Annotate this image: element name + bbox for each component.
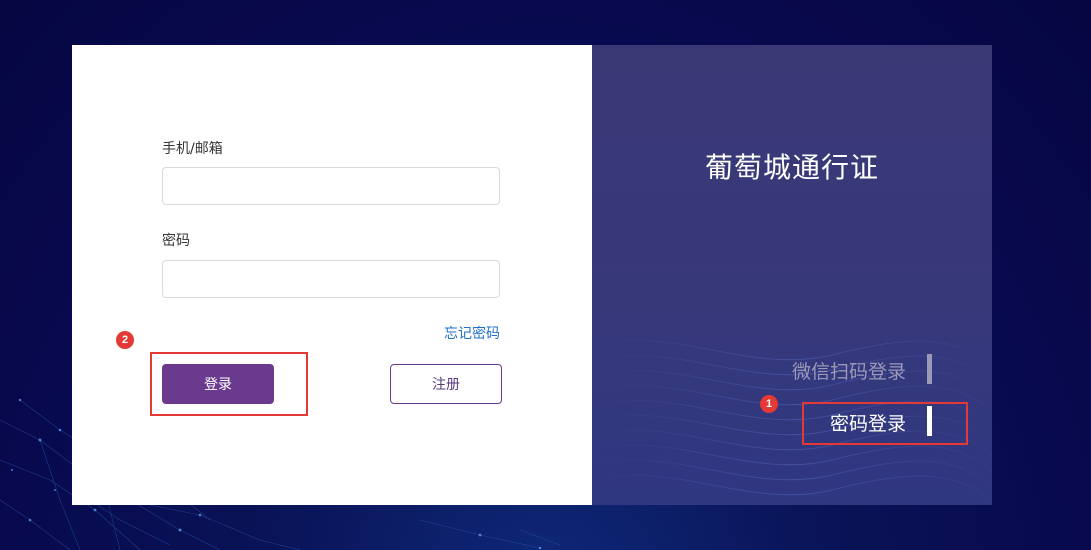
login-button[interactable]: 登录 xyxy=(162,364,274,404)
side-panel-title: 葡萄城通行证 xyxy=(704,151,879,184)
login-form-pane: 手机/邮箱 密码 忘记密码 登录 注册 xyxy=(72,45,592,505)
forgot-password-link[interactable]: 忘记密码 xyxy=(444,323,500,343)
account-label: 手机/邮箱 xyxy=(162,141,223,157)
wave-decoration xyxy=(592,339,992,501)
account-input[interactable] xyxy=(162,167,500,205)
register-button[interactable]: 注册 xyxy=(390,364,502,404)
password-label: 密码 xyxy=(162,233,190,249)
tab-password-indicator xyxy=(927,406,932,436)
side-panel: 葡萄城通行证 微信扫码登录 密码登录 xyxy=(592,45,992,505)
tab-wechat-qr-login[interactable]: 微信扫码登录 xyxy=(792,357,906,384)
tab-wechat-indicator xyxy=(927,354,932,384)
step-1-badge: 1 xyxy=(760,395,778,413)
password-input[interactable] xyxy=(162,260,500,298)
tab-password-login[interactable]: 密码登录 xyxy=(830,409,906,436)
step-2-badge: 2 xyxy=(116,331,134,349)
login-card: 手机/邮箱 密码 忘记密码 登录 注册 葡萄城通行证 微信扫码登录 密码登录 xyxy=(72,45,992,505)
